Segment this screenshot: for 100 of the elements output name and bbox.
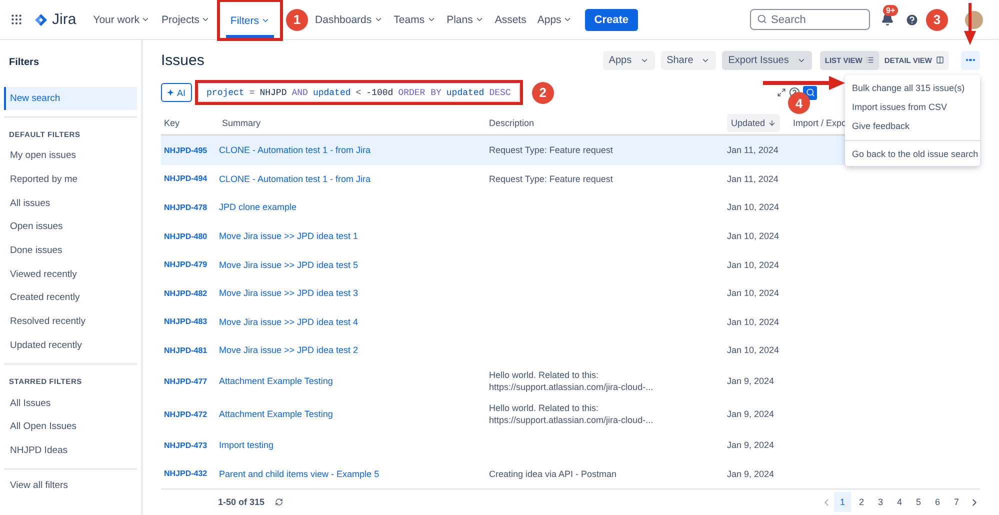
updated-date-cell-text: Jan 10, 2024	[726, 258, 780, 271]
table-row[interactable]: NHJPD-479 Move Jira issue >> JPD idea test 5 Jan 10, 2024	[161, 250, 980, 279]
column-header[interactable]: Summary	[219, 118, 261, 128]
issue-summary-link[interactable]: Move Jira issue >> JPD idea test 2	[219, 345, 358, 356]
column-header[interactable]: Key	[161, 118, 180, 128]
issue-key-link[interactable]: NHJPD-494	[161, 174, 208, 184]
sidebar-item[interactable]: My open issues	[4, 144, 137, 168]
app-switcher-icon[interactable]	[10, 13, 23, 26]
issue-summary-link[interactable]: Move Jira issue >> JPD idea test 5	[219, 260, 358, 270]
table-row[interactable]: NHJPD-483 Move Jira issue >> JPD idea test 4 Jan 10, 2024	[161, 308, 980, 336]
issue-summary-link[interactable]: JPD clone example	[219, 202, 297, 212]
page-number-button[interactable]: 5	[910, 492, 927, 512]
nav-menu-item[interactable]: Plans	[442, 2, 488, 36]
action-button[interactable]: Export Issues	[722, 50, 812, 70]
updated-date-cell-text: Jan 9, 2024	[726, 375, 774, 388]
sidebar-item[interactable]: Created recently	[4, 286, 137, 310]
search-field[interactable]: Search	[750, 9, 870, 30]
issue-summary-link[interactable]: Parent and child items view - Example 5	[219, 468, 380, 479]
menu-item[interactable]: Go back to the old issue search	[845, 144, 980, 163]
sidebar-item[interactable]: Open issues	[4, 215, 137, 239]
ai-toggle-button[interactable]: AI	[161, 83, 192, 102]
create-button[interactable]: Create	[585, 8, 638, 30]
sidebar-item[interactable]: All Open Issues	[4, 414, 137, 439]
nav-menu-item[interactable]: Apps	[533, 2, 576, 36]
issue-key-link[interactable]: NHJPD-482	[161, 288, 208, 298]
expand-icon[interactable]	[777, 88, 786, 97]
table-row[interactable]: NHJPD-477 Attachment Example Testing Hello world. Related to this: https://support.atlassian.com/jira-cloud-... Jan 9, 2024	[161, 364, 980, 398]
nav-menu-item[interactable]: Teams	[390, 2, 440, 36]
issue-key-link[interactable]: NHJPD-472	[161, 410, 208, 419]
menu-item[interactable]: Import issues from CSV	[845, 97, 980, 116]
sidebar-item[interactable]: NHJPD Ideas	[4, 438, 137, 462]
issue-key-link[interactable]: NHJPD-473	[161, 440, 208, 450]
issue-summary-link[interactable]: Attachment Example Testing	[219, 409, 333, 420]
table-row[interactable]: NHJPD-481 Move Jira issue >> JPD idea test 2 Jan 10, 2024	[161, 336, 980, 365]
page-number-button[interactable]: 3	[872, 492, 889, 512]
updated-date-cell-text: Jan 10, 2024	[726, 287, 780, 300]
column-header[interactable]: Updated	[727, 114, 780, 132]
page-number-button[interactable]: 2	[853, 492, 870, 512]
sidebar-item[interactable]: Resolved recently	[4, 310, 137, 334]
nav-menu-item[interactable]: Filters	[226, 4, 274, 38]
bell-icon[interactable]	[881, 13, 894, 26]
refresh-icon[interactable]	[274, 498, 283, 506]
issue-summary-link[interactable]: CLONE - Automation test 1 - from Jira	[219, 145, 371, 156]
help-icon[interactable]	[789, 87, 800, 98]
jql-query-field[interactable]: project = NHJPD AND updated < -100d ORDER BY updated DESC	[198, 83, 520, 102]
table-row[interactable]: NHJPD-482 Move Jira issue >> JPD idea test 3 Jan 10, 2024	[161, 278, 980, 308]
updated-date-cell-text: Jan 10, 2024	[726, 201, 780, 214]
updated-date-cell-text: Jan 11, 2024	[726, 172, 778, 185]
sidebar-item[interactable]: New search	[4, 87, 137, 110]
sidebar-item[interactable]: Done issues	[4, 238, 137, 262]
nav-menu-item[interactable]: Assets	[490, 2, 530, 36]
view-all-filters-link[interactable]: View all filters	[4, 473, 137, 497]
page-number-button[interactable]: 7	[948, 492, 965, 512]
action-button[interactable]: Share	[660, 50, 716, 70]
issue-summary-link[interactable]: Move Jira issue >> JPD idea test 4	[219, 316, 358, 327]
updated-date-cell-text: Jan 9, 2024	[726, 468, 774, 480]
issue-summary-link[interactable]: Attachment Example Testing	[219, 376, 333, 386]
menu-item[interactable]: Bulk change all 315 issue(s)	[845, 78, 980, 97]
sidebar-item[interactable]: Viewed recently	[4, 262, 137, 286]
nav-menu-item[interactable]: Your work	[89, 2, 154, 36]
notification-count: 9+	[883, 5, 898, 16]
issue-key-link[interactable]: NHJPD-432	[161, 469, 208, 478]
table-row[interactable]: NHJPD-494 CLONE - Automation test 1 - from Jira Request Type: Feature request Jan 11, 2024	[161, 164, 980, 194]
column-header[interactable]: Description	[486, 118, 534, 128]
issue-key-link[interactable]: NHJPD-479	[161, 260, 208, 270]
table-row[interactable]: NHJPD-473 Import testing Jan 9, 2024	[161, 430, 980, 460]
issue-key-link[interactable]: NHJPD-481	[161, 346, 208, 355]
issue-summary-link[interactable]: Import testing	[219, 440, 274, 450]
sidebar-item[interactable]: Updated recently	[4, 334, 137, 358]
issue-summary-link[interactable]: Move Jira issue >> JPD idea test 1	[219, 231, 358, 242]
more-actions-button[interactable]	[961, 50, 980, 70]
updated-date-cell-text: Jan 10, 2024	[726, 230, 780, 242]
nav-menu-item[interactable]: Dashboards	[311, 2, 387, 36]
page-number-button[interactable]: 6	[929, 492, 946, 512]
action-button[interactable]: Apps	[602, 50, 655, 70]
issue-key-link[interactable]: NHJPD-480	[161, 232, 208, 241]
menu-item[interactable]: Give feedback	[845, 116, 980, 135]
issue-key-link[interactable]: NHJPD-477	[161, 376, 208, 386]
pointer-arrow	[964, 3, 976, 45]
table-row[interactable]: NHJPD-432 Parent and child items view - Example 5 Creating idea via API - Postman Jan 9, 2024	[161, 459, 980, 488]
columns-icon	[936, 56, 944, 64]
issue-key-link[interactable]: NHJPD-495	[161, 146, 208, 155]
callout-number: 2	[532, 82, 554, 104]
page-number-button[interactable]: 4	[891, 492, 908, 512]
table-row[interactable]: NHJPD-472 Attachment Example Testing Hello world. Related to this: https://support.atlassian.com/jira-cloud-... Jan 9, 2024	[161, 398, 980, 431]
page-number-button[interactable]: 1	[834, 492, 851, 512]
sidebar-item[interactable]: All Issues	[4, 391, 137, 415]
issue-key-link[interactable]: NHJPD-478	[161, 202, 208, 212]
nav-menu-item[interactable]: Projects	[157, 2, 214, 36]
issue-summary-link[interactable]: Move Jira issue >> JPD idea test 3	[219, 288, 358, 298]
sidebar-item[interactable]: All issues	[4, 191, 137, 216]
updated-date-cell-text: Jan 10, 2024	[726, 344, 780, 356]
issue-key-link[interactable]: NHJPD-483	[161, 317, 208, 326]
issue-summary-link[interactable]: CLONE - Automation test 1 - from Jira	[219, 174, 371, 184]
table-row[interactable]: NHJPD-480 Move Jira issue >> JPD idea test 1 Jan 10, 2024	[161, 222, 980, 250]
callout-number: 3	[926, 8, 948, 30]
updated-date-cell-text: Jan 11, 2024	[726, 144, 778, 156]
table-row[interactable]: NHJPD-478 JPD clone example Jan 10, 2024	[161, 193, 980, 222]
list-icon	[866, 56, 874, 64]
sidebar-item[interactable]: Reported by me	[4, 168, 137, 192]
